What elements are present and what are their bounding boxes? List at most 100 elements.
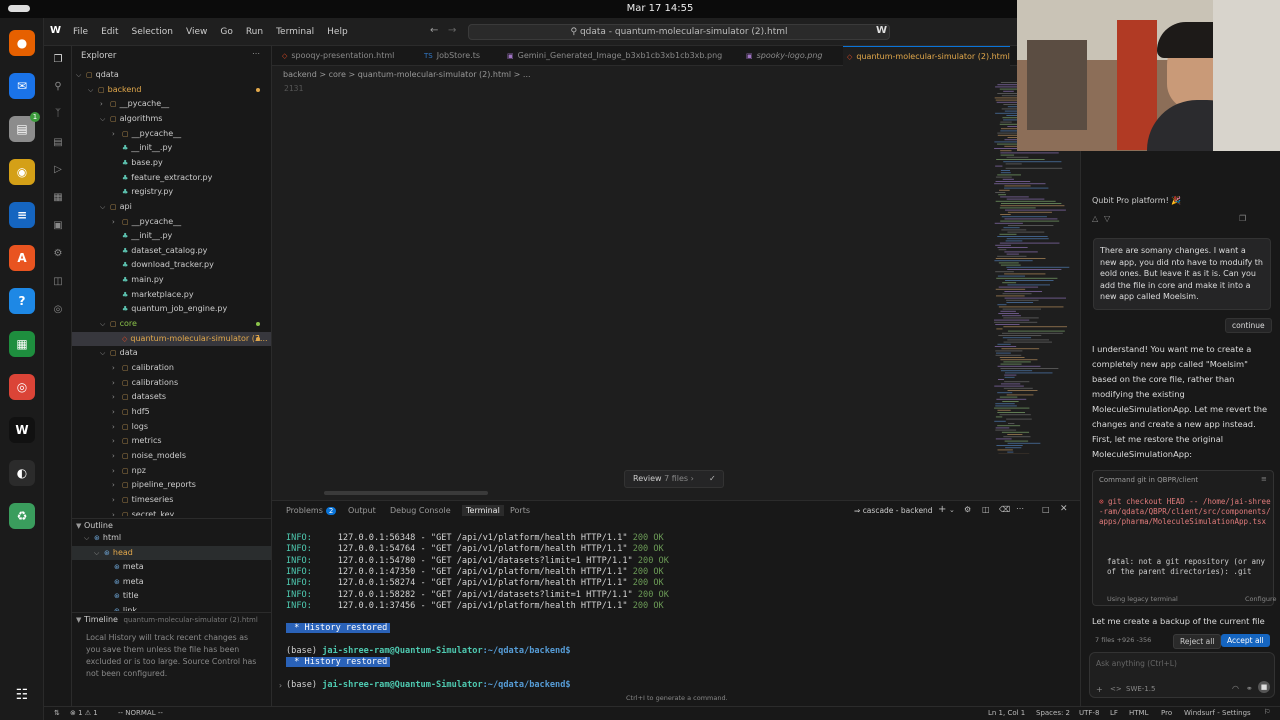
tree-item[interactable]: › ▢ noise_models bbox=[72, 449, 271, 463]
firefox-icon[interactable]: ● bbox=[9, 30, 35, 56]
close-panel-icon[interactable]: ✕ bbox=[1060, 504, 1068, 514]
menu-help[interactable]: Help bbox=[327, 27, 348, 37]
new-terminal-icon[interactable]: + bbox=[938, 504, 946, 515]
tree-item[interactable]: ⌵ ▢ algorithms bbox=[72, 112, 271, 126]
thumbs-up-icon[interactable]: △ bbox=[1092, 214, 1098, 223]
tree-item[interactable]: ♣ feature_extractor.py bbox=[72, 171, 271, 185]
tree-item[interactable]: ♣ __init__.py bbox=[72, 229, 271, 243]
trash-icon[interactable]: ♻ bbox=[9, 503, 35, 529]
bug-icon[interactable]: ⚙ bbox=[52, 248, 64, 260]
maximize-panel-icon[interactable]: □ bbox=[1042, 505, 1050, 514]
outline-item[interactable]: ⌵ ⊛ head bbox=[72, 545, 271, 560]
rhythmbox-icon[interactable]: ◉ bbox=[9, 159, 35, 185]
terminal-dropdown-icon[interactable]: ⌄ bbox=[949, 506, 955, 514]
tree-item[interactable]: ⌵ ▢ qdata bbox=[72, 68, 271, 82]
timeline-header[interactable]: ▼ Timeline quantum-molecular-simulator (… bbox=[72, 612, 271, 625]
menu-selection[interactable]: Selection bbox=[132, 27, 173, 37]
tree-item[interactable]: ⌵ ▢ data bbox=[72, 346, 271, 360]
editor-tab[interactable]: TS JobStore.ts bbox=[420, 46, 480, 66]
forward-arrow-icon[interactable]: → bbox=[448, 25, 456, 36]
more-actions-icon[interactable]: ⋯ bbox=[252, 49, 260, 58]
more-actions-icon[interactable]: ⋯ bbox=[1016, 504, 1024, 513]
panel-tab-ports[interactable]: Ports bbox=[510, 506, 530, 515]
code-icon[interactable]: <> bbox=[1110, 685, 1122, 693]
review-bar[interactable]: Review 7 files › ✓ bbox=[624, 470, 724, 488]
tree-item[interactable]: ♣ base.py bbox=[72, 156, 271, 170]
outline-item[interactable]: ⊛ meta bbox=[72, 560, 271, 574]
editor-tab[interactable]: ▣ Gemini_Generated_Image_b3xb1cb3xb1cb3xb… bbox=[503, 46, 722, 66]
thumbs-down-icon[interactable]: ▽ bbox=[1104, 214, 1110, 223]
end-of-line[interactable]: LF bbox=[1110, 709, 1118, 717]
tree-item[interactable]: › ▢ hdf5 bbox=[72, 405, 271, 419]
tree-item[interactable]: › ▢ timeseries bbox=[72, 493, 271, 507]
editor-tab[interactable]: ◇ quantum-molecular-simulator (2).html bbox=[843, 46, 1010, 67]
help-icon[interactable]: ? bbox=[9, 288, 35, 314]
cursor-position[interactable]: Ln 1, Col 1 bbox=[988, 709, 1025, 717]
panel-tab-debug-console[interactable]: Debug Console bbox=[390, 506, 451, 515]
run-debug-icon[interactable]: ▷ bbox=[52, 164, 64, 176]
tree-item[interactable]: ♣ download_tracker.py bbox=[72, 258, 271, 272]
tree-item[interactable]: ♣ registry.py bbox=[72, 185, 271, 199]
clock[interactable]: Mar 17 14:55 bbox=[600, 3, 720, 14]
calc-icon[interactable]: ▦ bbox=[9, 331, 35, 357]
mic-icon[interactable]: ⚭ bbox=[1246, 684, 1253, 693]
extensions-icon[interactable]: ▦ bbox=[52, 192, 64, 204]
tree-item[interactable]: ⌵ ▢ core bbox=[72, 317, 271, 331]
language-mode[interactable]: HTML bbox=[1129, 709, 1148, 717]
outline-item[interactable]: ⊛ title bbox=[72, 589, 271, 603]
outline-item[interactable]: ⊛ meta bbox=[72, 575, 271, 589]
account-icon[interactable]: ◎ bbox=[52, 304, 64, 316]
tree-item[interactable]: ⌵ ▢ backend bbox=[72, 83, 271, 97]
tree-item[interactable]: › ▢ datasets bbox=[72, 390, 271, 404]
windsurf-wave-icon[interactable]: W bbox=[876, 25, 887, 36]
encoding[interactable]: UTF-8 bbox=[1079, 709, 1099, 717]
accept-all-button[interactable]: Accept all bbox=[1221, 634, 1270, 647]
tree-item[interactable]: ♣ __init__.py bbox=[72, 141, 271, 155]
obs-icon[interactable]: ◐ bbox=[9, 460, 35, 486]
windsurf-icon[interactable]: W bbox=[9, 417, 35, 443]
grid-icon[interactable]: ☷ bbox=[9, 682, 35, 708]
source-control-icon[interactable]: ᛉ bbox=[52, 108, 64, 120]
thunderbird-icon[interactable]: ✉ bbox=[9, 73, 35, 99]
check-icon[interactable]: ✓ bbox=[709, 471, 716, 487]
tree-item[interactable]: › ▢ __pycache__ bbox=[72, 215, 271, 229]
tree-item[interactable]: › ▢ calibrations bbox=[72, 376, 271, 390]
outline-item[interactable]: ⌵ ⊛ html bbox=[72, 531, 271, 545]
back-arrow-icon[interactable]: ← bbox=[430, 25, 438, 36]
kill-terminal-icon[interactable]: ⌫ bbox=[999, 505, 1010, 514]
editor-tab[interactable]: ◇ spooqy-presentation.html bbox=[278, 46, 394, 66]
notifications-icon[interactable]: ⚐ bbox=[1264, 708, 1270, 716]
command-center-search[interactable]: ⚲ qdata - quantum-molecular-simulator (2… bbox=[468, 24, 890, 40]
activities-button[interactable] bbox=[8, 5, 30, 12]
menu-terminal[interactable]: Terminal bbox=[276, 27, 314, 37]
panel-tab-output[interactable]: Output bbox=[348, 506, 376, 515]
tree-item[interactable]: ♣ main.py bbox=[72, 273, 271, 287]
menu-file[interactable]: File bbox=[73, 27, 88, 37]
tree-item[interactable]: ♣ quantum_job_engine.py bbox=[72, 302, 271, 316]
tree-item[interactable]: › ▢ logs bbox=[72, 420, 271, 434]
split-terminal-icon[interactable]: ◫ bbox=[982, 505, 990, 514]
add-context-icon[interactable]: + bbox=[1096, 685, 1103, 694]
remote-indicator-icon[interactable]: ⇅ bbox=[54, 709, 60, 717]
writer-icon[interactable]: ≡ bbox=[9, 202, 35, 228]
menu-view[interactable]: View bbox=[186, 27, 207, 37]
remote-icon[interactable]: ▣ bbox=[52, 220, 64, 232]
software-center-icon[interactable]: A bbox=[9, 245, 35, 271]
indentation[interactable]: Spaces: 2 bbox=[1036, 709, 1070, 717]
panel-tab-problems[interactable]: Problems 2 bbox=[286, 506, 337, 515]
tree-item[interactable]: › ▢ __pycache__ bbox=[72, 97, 271, 111]
tree-item[interactable]: › ▢ calibration bbox=[72, 361, 271, 375]
tree-item[interactable]: › ▢ npz bbox=[72, 464, 271, 478]
tree-item[interactable]: ⌵ ▢ api bbox=[72, 200, 271, 214]
book-icon[interactable]: ▤ bbox=[52, 137, 64, 149]
terminal-settings-icon[interactable]: ⚙ bbox=[964, 505, 971, 514]
outline-item[interactable]: ⊛ link bbox=[72, 604, 271, 611]
editor-tab[interactable]: ▣ spooky-logo.png bbox=[742, 46, 823, 66]
model-selector[interactable]: SWE-1.5 bbox=[1126, 685, 1155, 693]
explorer-icon[interactable]: ❐ bbox=[52, 54, 64, 66]
tree-item[interactable]: › ▢ pipeline_reports bbox=[72, 478, 271, 492]
outline-header[interactable]: ▼ Outline bbox=[72, 518, 271, 531]
chrome-icon[interactable]: ◎ bbox=[9, 374, 35, 400]
menu-run[interactable]: Run bbox=[246, 27, 263, 37]
configure-link[interactable]: Configure bbox=[1245, 595, 1277, 603]
